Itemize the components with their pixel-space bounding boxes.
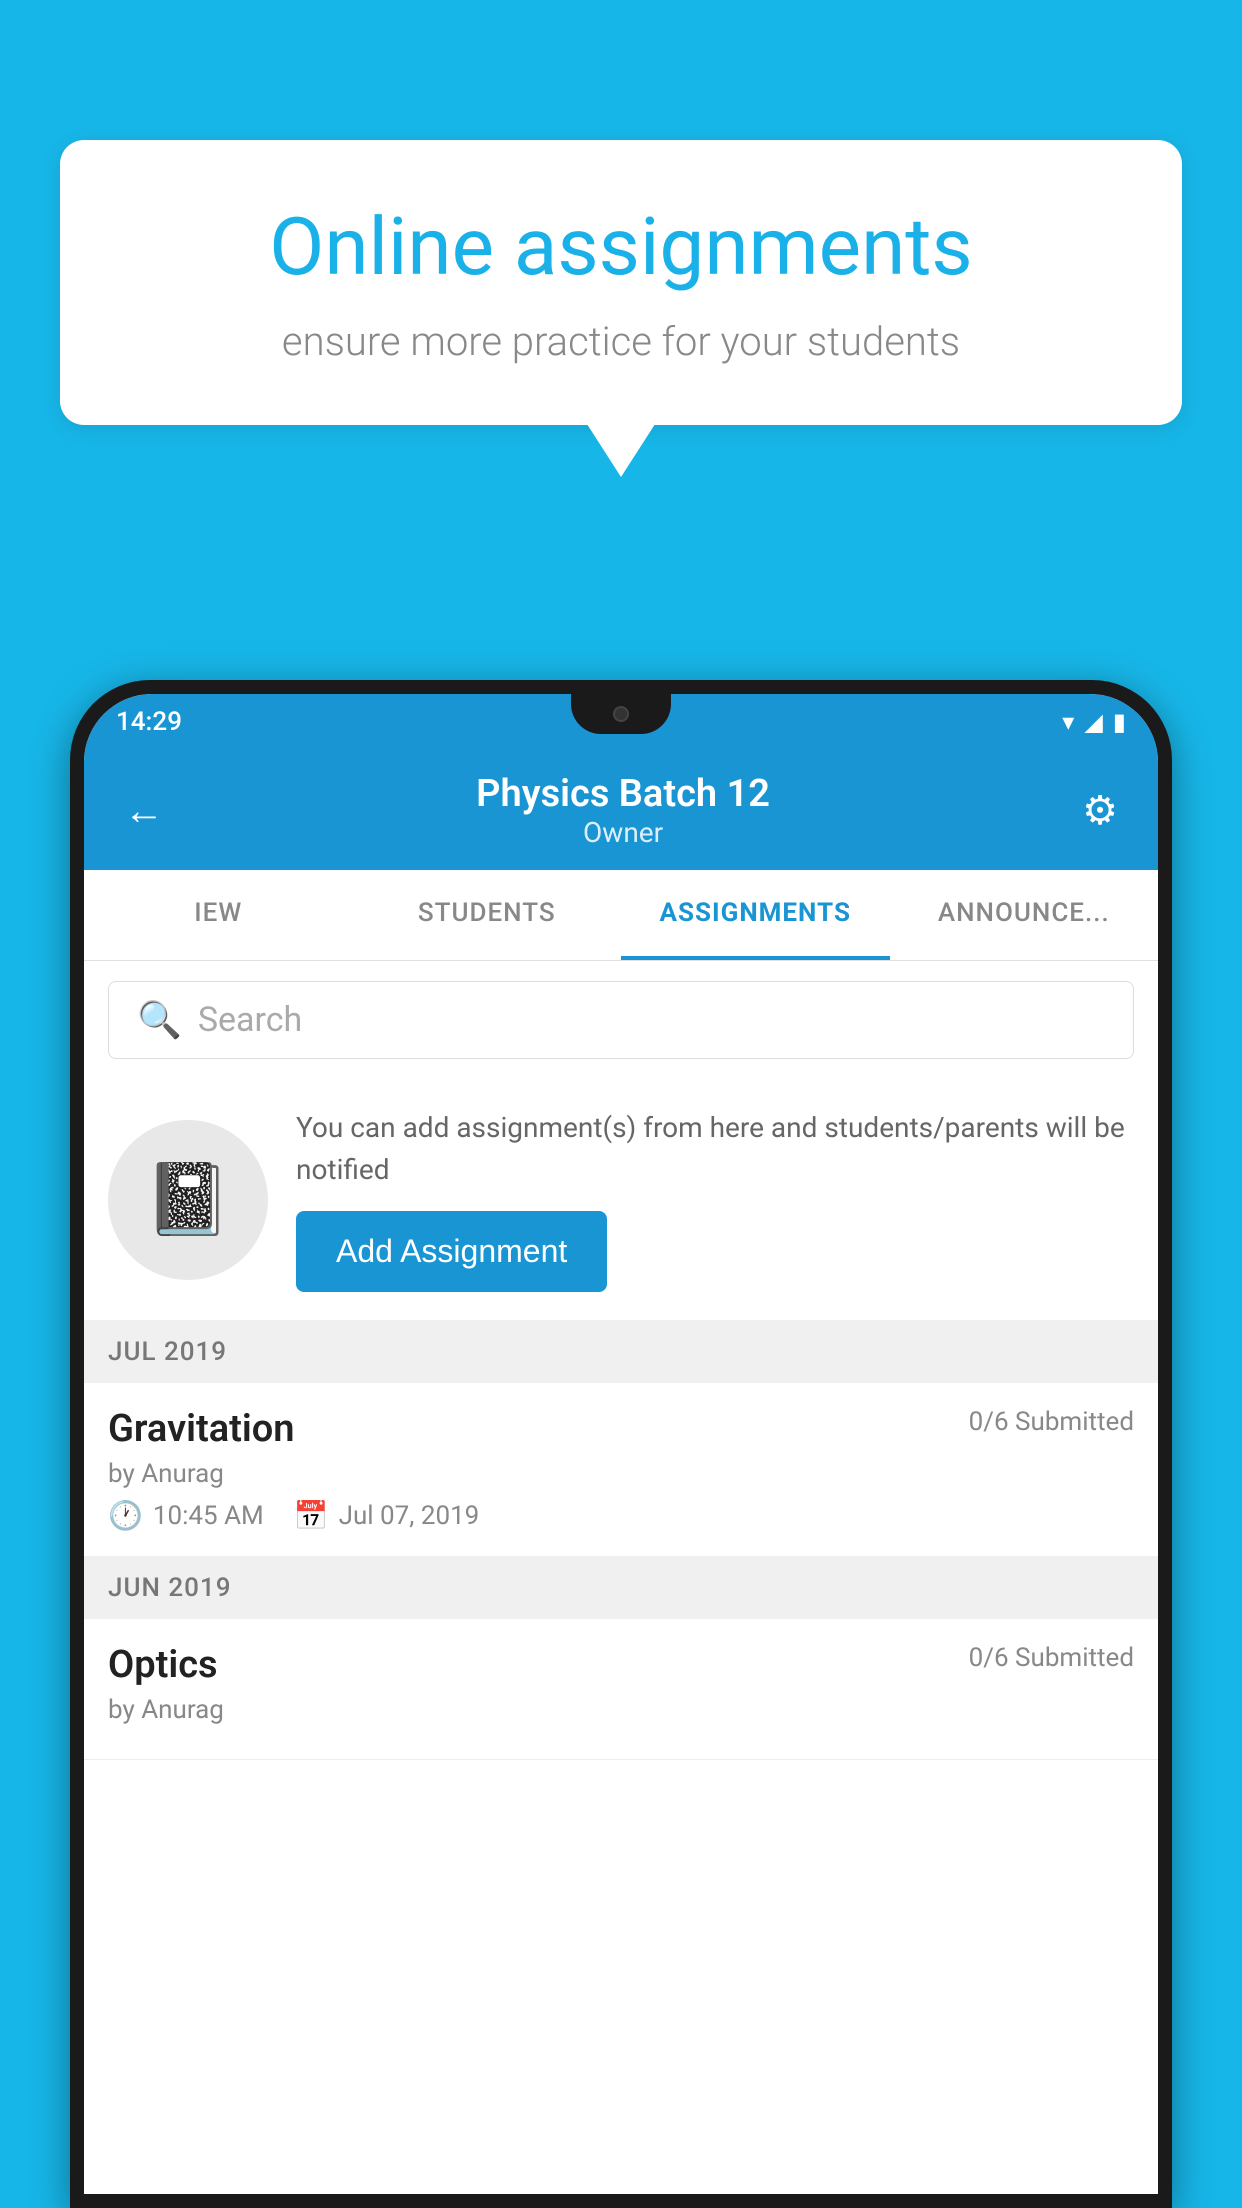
assignment-row1-optics: Optics 0/6 Submitted (108, 1643, 1134, 1687)
assignment-optics[interactable]: Optics 0/6 Submitted by Anurag (84, 1619, 1158, 1760)
signal-icon: ◢ (1084, 708, 1102, 736)
calendar-icon: 📅 (294, 1499, 329, 1532)
assignment-by-optics: by Anurag (108, 1695, 1134, 1725)
phone-notch (571, 694, 671, 734)
speech-bubble-container: Online assignments ensure more practice … (60, 140, 1182, 425)
date-block: 📅 Jul 07, 2019 (294, 1499, 480, 1532)
assignment-title-optics: Optics (108, 1643, 218, 1687)
section-header-jun: JUN 2019 (84, 1557, 1158, 1619)
add-assignment-button[interactable]: Add Assignment (296, 1211, 607, 1292)
assignment-by-gravitation: by Anurag (108, 1459, 1134, 1489)
assignment-title-gravitation: Gravitation (108, 1407, 295, 1451)
batch-title: Physics Batch 12 (476, 772, 770, 816)
section-label-jul: JUL 2019 (108, 1337, 227, 1367)
clock-icon: 🕐 (108, 1499, 143, 1532)
speech-bubble-subtitle: ensure more practice for your students (130, 318, 1112, 365)
assignment-submitted-optics: 0/6 Submitted (969, 1643, 1134, 1673)
assignment-submitted-gravitation: 0/6 Submitted (969, 1407, 1134, 1437)
assignment-row1: Gravitation 0/6 Submitted (108, 1407, 1134, 1451)
assignment-gravitation[interactable]: Gravitation 0/6 Submitted by Anurag 🕐 10… (84, 1383, 1158, 1557)
back-button[interactable]: ← (124, 787, 164, 834)
notebook-icon: 📓 (144, 1159, 231, 1241)
search-placeholder-text: Search (198, 1000, 302, 1040)
battery-icon: ▮ (1113, 708, 1126, 736)
tab-bar: IEW STUDENTS ASSIGNMENTS ANNOUNCE... (84, 870, 1158, 961)
tab-assignments[interactable]: ASSIGNMENTS (621, 870, 890, 960)
phone-device: 14:29 ▾ ◢ ▮ ← Physics Batch 12 Owner ⚙ I… (70, 680, 1172, 2208)
batch-subtitle: Owner (476, 816, 770, 849)
status-bar: 14:29 ▾ ◢ ▮ (84, 694, 1158, 750)
tab-students[interactable]: STUDENTS (353, 870, 622, 960)
promo-section: 📓 You can add assignment(s) from here an… (84, 1079, 1158, 1321)
front-camera (613, 706, 629, 722)
section-header-jul: JUL 2019 (84, 1321, 1158, 1383)
search-icon: 🔍 (137, 999, 182, 1041)
section-label-jun: JUN 2019 (108, 1573, 231, 1603)
settings-icon[interactable]: ⚙ (1082, 787, 1118, 834)
assignment-meta-gravitation: 🕐 10:45 AM 📅 Jul 07, 2019 (108, 1499, 1134, 1532)
speech-bubble: Online assignments ensure more practice … (60, 140, 1182, 425)
status-time: 14:29 (116, 707, 182, 737)
assignment-date: Jul 07, 2019 (339, 1501, 480, 1531)
speech-bubble-title: Online assignments (130, 200, 1112, 294)
time-block: 🕐 10:45 AM (108, 1499, 264, 1532)
promo-content: You can add assignment(s) from here and … (296, 1107, 1134, 1292)
wifi-icon: ▾ (1062, 708, 1074, 736)
promo-icon-circle: 📓 (108, 1120, 268, 1280)
header-title-block: Physics Batch 12 Owner (476, 772, 770, 849)
app-header: ← Physics Batch 12 Owner ⚙ (84, 750, 1158, 870)
tab-announcements[interactable]: ANNOUNCE... (890, 870, 1159, 960)
search-container: 🔍 Search (84, 961, 1158, 1079)
tab-iew[interactable]: IEW (84, 870, 353, 960)
phone-screen: 14:29 ▾ ◢ ▮ ← Physics Batch 12 Owner ⚙ I… (84, 694, 1158, 2194)
assignment-time: 10:45 AM (153, 1501, 264, 1531)
status-icons: ▾ ◢ ▮ (1062, 708, 1126, 736)
promo-text: You can add assignment(s) from here and … (296, 1107, 1134, 1191)
search-input[interactable]: 🔍 Search (108, 981, 1134, 1059)
